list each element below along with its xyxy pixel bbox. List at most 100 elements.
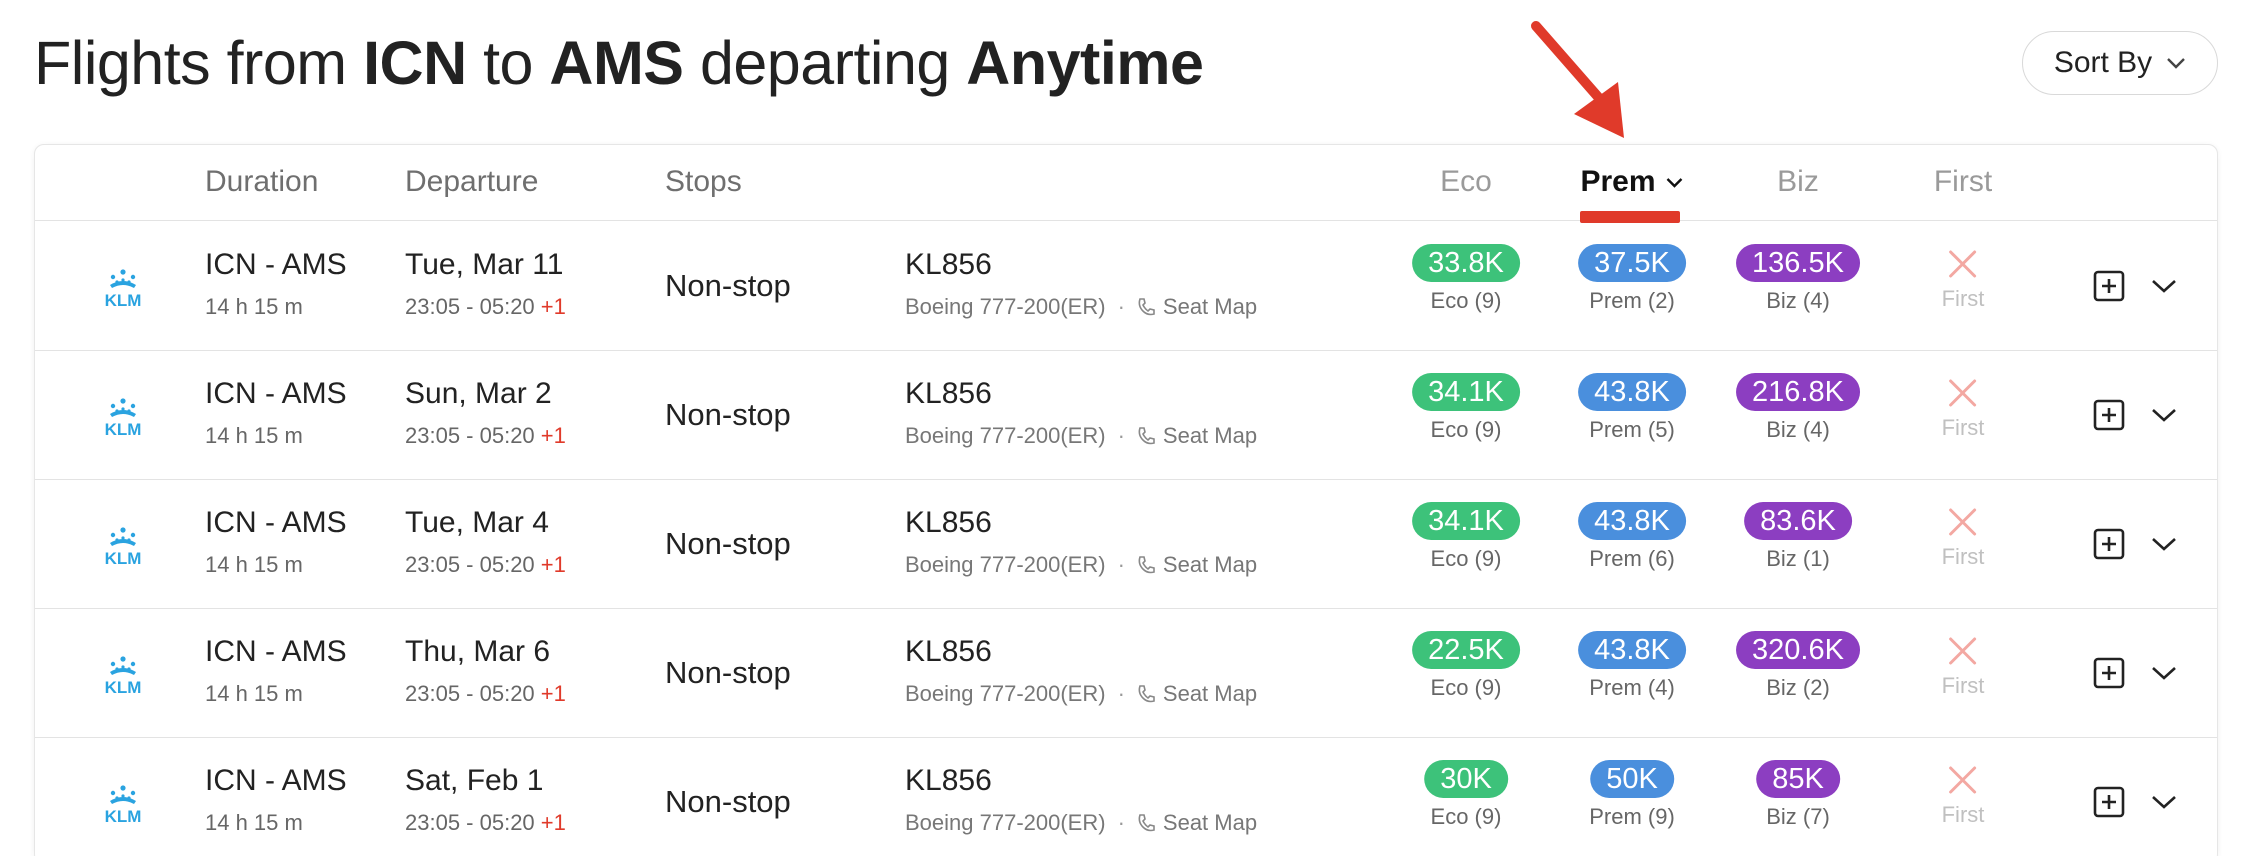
sort-by-button[interactable]: Sort By (2022, 31, 2218, 95)
prem-seats: Prem (9) (1589, 804, 1675, 829)
biz-fare[interactable]: 216.8K Biz (4) (1736, 373, 1860, 443)
biz-fare[interactable]: 83.6K Biz (1) (1744, 502, 1852, 572)
departure-times: 23:05 - 05:20 +1 (405, 810, 566, 836)
flight-number: KL856 (905, 764, 992, 797)
page-title: Flights from ICN to AMS departing Anytim… (34, 28, 1204, 98)
prem-fare[interactable]: 43.8K Prem (4) (1578, 631, 1686, 701)
eco-fare[interactable]: 22.5K Eco (9) (1412, 631, 1520, 701)
day-offset: +1 (540, 810, 566, 835)
eco-price-badge[interactable]: 34.1K (1412, 502, 1520, 540)
prem-price-badge[interactable]: 43.8K (1578, 373, 1686, 411)
x-icon (1949, 766, 1977, 794)
biz-price-badge[interactable]: 320.6K (1736, 631, 1860, 669)
svg-text:KLM: KLM (105, 420, 142, 439)
prem-seats: Prem (2) (1589, 288, 1675, 313)
svg-text:KLM: KLM (105, 678, 142, 697)
first-fare: First (1941, 631, 1985, 699)
aircraft-info: Boeing 777-200(ER) · Seat Map (905, 681, 1257, 707)
phone-icon (1138, 556, 1155, 574)
table-header: Duration Departure Stops Eco Prem Biz Fi… (35, 145, 2217, 223)
route-text: ICN - AMS (205, 377, 347, 410)
col-first[interactable]: First (1934, 165, 1992, 199)
duration-text: 14 h 15 m (205, 552, 303, 577)
eco-fare[interactable]: 34.1K Eco (9) (1412, 502, 1520, 572)
prem-fare[interactable]: 50K Prem (9) (1589, 760, 1675, 830)
chevron-down-icon[interactable] (2151, 278, 2177, 294)
col-departure[interactable]: Departure (405, 165, 538, 199)
plus-square-icon[interactable] (2093, 657, 2125, 689)
col-prem[interactable]: Prem (1580, 165, 1683, 199)
biz-price-badge[interactable]: 85K (1756, 760, 1840, 798)
prem-fare[interactable]: 43.8K Prem (5) (1578, 373, 1686, 443)
seat-map-link[interactable]: Seat Map (1137, 810, 1257, 836)
first-unavailable-label: First (1941, 286, 1985, 311)
first-fare: First (1941, 502, 1985, 570)
plus-square-icon[interactable] (2093, 786, 2125, 818)
biz-fare[interactable]: 136.5K Biz (4) (1736, 244, 1860, 314)
prem-price-badge[interactable]: 37.5K (1578, 244, 1686, 282)
prem-price-badge[interactable]: 43.8K (1578, 502, 1686, 540)
eco-price-badge[interactable]: 33.8K (1412, 244, 1520, 282)
seat-map-label: Seat Map (1162, 681, 1258, 706)
col-duration[interactable]: Duration (205, 165, 318, 199)
table-row[interactable]: KLM ICN - AMS 14 h 15 m Sat, Feb 1 23:05… (35, 738, 2217, 856)
table-row[interactable]: KLM ICN - AMS 14 h 15 m Sun, Mar 2 23:05… (35, 351, 2217, 480)
phone-icon (1138, 685, 1155, 703)
plus-square-icon[interactable] (2093, 528, 2125, 560)
biz-fare[interactable]: 85K Biz (7) (1756, 760, 1840, 830)
day-offset: +1 (540, 423, 566, 448)
eco-price-badge[interactable]: 30K (1424, 760, 1508, 798)
prem-seats: Prem (5) (1589, 417, 1675, 442)
klm-logo: KLM (105, 398, 142, 439)
eco-seats: Eco (9) (1430, 675, 1502, 700)
col-biz[interactable]: Biz (1777, 165, 1819, 199)
chevron-down-icon[interactable] (2151, 536, 2177, 552)
seat-map-label: Seat Map (1162, 423, 1258, 448)
col-stops[interactable]: Stops (665, 165, 742, 199)
chevron-down-icon (2167, 58, 2186, 69)
separator: · (1117, 423, 1125, 448)
plus-square-icon[interactable] (2093, 270, 2125, 302)
departure-times: 23:05 - 05:20 +1 (405, 681, 566, 707)
seat-map-label: Seat Map (1162, 294, 1258, 319)
red-arrow-annotation (1531, 21, 1624, 138)
aircraft-info: Boeing 777-200(ER) · Seat Map (905, 810, 1257, 836)
biz-fare[interactable]: 320.6K Biz (2) (1736, 631, 1860, 701)
first-unavailable-label: First (1941, 544, 1985, 569)
chevron-down-icon[interactable] (2151, 665, 2177, 681)
eco-price-badge[interactable]: 34.1K (1412, 373, 1520, 411)
eco-fare[interactable]: 30K Eco (9) (1424, 760, 1508, 830)
table-row[interactable]: KLM ICN - AMS 14 h 15 m Tue, Mar 11 23:0… (35, 222, 2217, 351)
prem-fare[interactable]: 37.5K Prem (2) (1578, 244, 1686, 314)
biz-price-badge[interactable]: 136.5K (1736, 244, 1860, 282)
seat-map-link[interactable]: Seat Map (1137, 423, 1257, 449)
route-text: ICN - AMS (205, 248, 347, 281)
eco-fare[interactable]: 34.1K Eco (9) (1412, 373, 1520, 443)
seat-map-link[interactable]: Seat Map (1137, 294, 1257, 320)
table-row[interactable]: KLM ICN - AMS 14 h 15 m Tue, Mar 4 23:05… (35, 480, 2217, 609)
seat-map-link[interactable]: Seat Map (1137, 552, 1257, 578)
prem-fare[interactable]: 43.8K Prem (6) (1578, 502, 1686, 572)
eco-price-badge[interactable]: 22.5K (1412, 631, 1520, 669)
first-unavailable-label: First (1941, 673, 1985, 698)
eco-fare[interactable]: 33.8K Eco (9) (1412, 244, 1520, 314)
chevron-down-icon (1666, 177, 1683, 188)
departure-times: 23:05 - 05:20 +1 (405, 552, 566, 578)
phone-icon (1138, 814, 1155, 832)
prem-price-badge[interactable]: 43.8K (1578, 631, 1686, 669)
departure-times: 23:05 - 05:20 +1 (405, 294, 566, 320)
seat-map-link[interactable]: Seat Map (1137, 681, 1257, 707)
x-icon (1949, 250, 1977, 278)
phone-icon (1138, 427, 1155, 445)
col-eco[interactable]: Eco (1440, 165, 1492, 199)
biz-price-badge[interactable]: 83.6K (1744, 502, 1852, 540)
plus-square-icon[interactable] (2093, 399, 2125, 431)
chevron-down-icon[interactable] (2151, 794, 2177, 810)
biz-price-badge[interactable]: 216.8K (1736, 373, 1860, 411)
prem-price-badge[interactable]: 50K (1590, 760, 1674, 798)
table-row[interactable]: KLM ICN - AMS 14 h 15 m Thu, Mar 6 23:05… (35, 609, 2217, 738)
chevron-down-icon[interactable] (2151, 407, 2177, 423)
stops-text: Non-stop (665, 784, 791, 819)
klm-logo: KLM (105, 785, 141, 826)
title-to: to (483, 29, 533, 97)
